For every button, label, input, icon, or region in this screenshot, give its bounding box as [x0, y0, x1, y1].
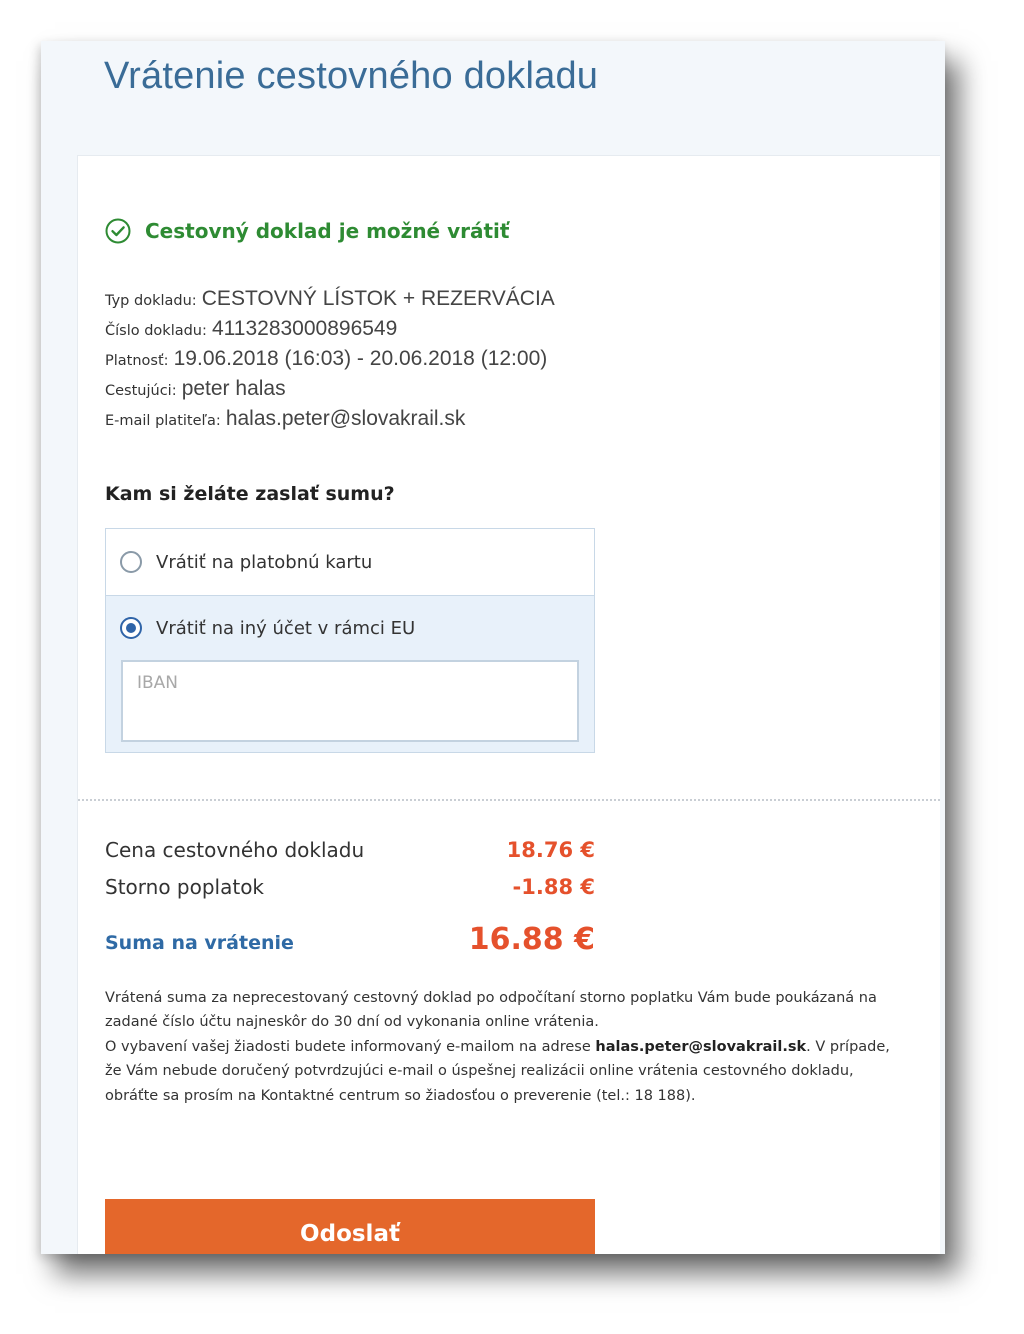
status-text: Cestovný doklad je možné vrátiť	[145, 219, 510, 243]
detail-value: 4113283000896549	[211, 317, 398, 340]
detail-passenger: Cestujúci: peter halas	[105, 374, 555, 404]
option-label: Vrátiť na platobnú kartu	[156, 551, 373, 573]
detail-value: 19.06.2018 (16:03) - 20.06.2018 (12:00)	[173, 347, 548, 370]
detail-label: Číslo dokladu:	[105, 323, 207, 339]
detail-validity: Platnosť: 19.06.2018 (16:03) - 20.06.201…	[105, 344, 555, 374]
refund-status: Cestovný doklad je možné vrátiť	[105, 218, 509, 244]
refund-card: Cestovný doklad je možné vrátiť Typ dokl…	[77, 155, 940, 1254]
info-text-part1: Vrátená suma za neprecestovaný cestovný …	[105, 990, 877, 1031]
ticket-price-value: 18.76 €	[506, 838, 595, 862]
option-refund-account[interactable]: Vrátiť na iný účet v rámci EU	[106, 596, 594, 660]
storno-fee-label: Storno poplatok	[105, 875, 265, 899]
storno-fee-row: Storno poplatok -1.88 €	[105, 875, 595, 899]
submit-button[interactable]: Odoslať	[105, 1199, 595, 1254]
radio-refund-account[interactable]	[120, 617, 142, 639]
option-refund-account-panel: Vrátiť na iný účet v rámci EU	[106, 595, 594, 752]
detail-value: halas.peter@slovakrail.sk	[225, 407, 466, 430]
ticket-details: Typ dokladu: CESTOVNÝ LÍSTOK + REZERVÁCI…	[105, 284, 555, 434]
option-refund-card[interactable]: Vrátiť na platobnú kartu	[106, 529, 594, 595]
info-email: halas.peter@slovakrail.sk	[595, 1038, 807, 1055]
detail-label: Platnosť:	[105, 353, 169, 369]
detail-label: Typ dokladu:	[105, 293, 197, 309]
refund-destination-question: Kam si želáte zaslať sumu?	[105, 483, 395, 505]
ticket-price-row: Cena cestovného dokladu 18.76 €	[105, 838, 595, 862]
detail-label: Cestujúci:	[105, 383, 177, 399]
check-circle-icon	[105, 218, 131, 244]
page-title: Vrátenie cestovného dokladu	[104, 55, 599, 97]
refund-window: Vrátenie cestovného dokladu Cestovný dok…	[41, 41, 945, 1254]
radio-refund-card[interactable]	[120, 551, 142, 573]
detail-label: E-mail platiteľa:	[105, 413, 221, 429]
option-label: Vrátiť na iný účet v rámci EU	[156, 617, 416, 639]
refund-options: Vrátiť na platobnú kartu Vrátiť na iný ú…	[105, 528, 595, 753]
section-divider	[78, 799, 940, 801]
detail-ticket-type: Typ dokladu: CESTOVNÝ LÍSTOK + REZERVÁCI…	[105, 284, 555, 314]
refund-total-label: Suma na vrátenie	[105, 932, 294, 954]
info-text-part2: O vybavení vašej žiadosti budete informo…	[105, 1038, 596, 1055]
ticket-price-label: Cena cestovného dokladu	[105, 838, 365, 862]
refund-total-row: Suma na vrátenie 16.88 €	[105, 922, 595, 957]
detail-value: CESTOVNÝ LÍSTOK + REZERVÁCIA	[201, 287, 555, 310]
iban-input[interactable]	[121, 660, 579, 742]
detail-ticket-number: Číslo dokladu: 4113283000896549	[105, 314, 555, 344]
detail-value: peter halas	[181, 377, 286, 400]
detail-payer-email: E-mail platiteľa: halas.peter@slovakrail…	[105, 404, 555, 434]
storno-fee-value: -1.88 €	[512, 875, 595, 899]
refund-total-value: 16.88 €	[468, 922, 595, 957]
refund-info-text: Vrátená suma za neprecestovaný cestovný …	[105, 986, 895, 1108]
